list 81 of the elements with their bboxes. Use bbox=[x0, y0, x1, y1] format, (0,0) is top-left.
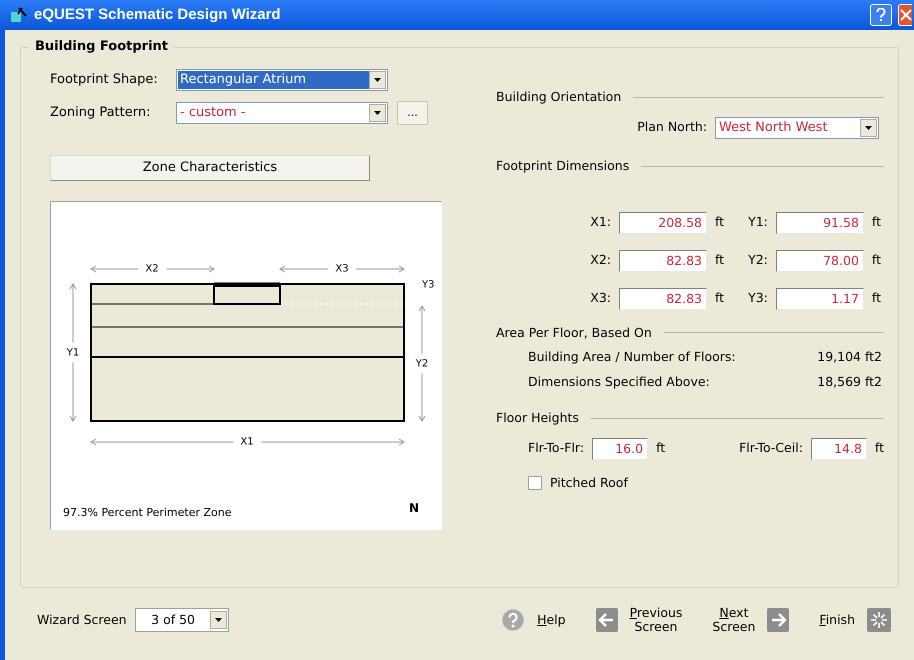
section-heading: Building Orientation bbox=[496, 88, 622, 106]
perimeter-zone-caption: 97.3% Percent Perimeter Zone bbox=[63, 504, 232, 520]
caret-icon bbox=[374, 111, 381, 115]
area-label: Building Area / Number of Floors: bbox=[528, 348, 736, 366]
dropdown-arrow-button[interactable] bbox=[369, 104, 386, 122]
dropdown-arrow-button[interactable] bbox=[369, 71, 386, 89]
footer-button-label: Next Screen bbox=[712, 606, 756, 634]
unit-label: ft bbox=[872, 213, 881, 232]
wizard-screen-dropdown[interactable]: 3 of 50 bbox=[134, 608, 229, 632]
unit-label: ft bbox=[872, 251, 881, 270]
dimension-label: X3 bbox=[335, 264, 349, 275]
dimension-label: Y1 bbox=[66, 348, 80, 359]
section-heading: Floor Heights bbox=[496, 408, 579, 427]
number-field[interactable]: 78.00 bbox=[776, 250, 864, 272]
number-field[interactable]: 14.8 bbox=[810, 438, 867, 460]
dimension-label: X1 bbox=[240, 436, 254, 448]
sparkle-icon bbox=[867, 608, 891, 632]
help-icon bbox=[501, 608, 526, 632]
area-value: 19,104 ft2 bbox=[817, 348, 882, 366]
dropdown-value: West North West bbox=[718, 119, 829, 137]
unit-label: ft bbox=[656, 439, 666, 458]
field-label: X2: bbox=[590, 251, 611, 270]
dropdown-value: Rectangular Atrium bbox=[178, 71, 369, 89]
wizard-screen-label: Wizard Screen bbox=[37, 610, 127, 629]
field-label: Zoning Pattern: bbox=[50, 104, 152, 122]
north-indicator: N bbox=[408, 500, 419, 517]
unit-label: ft bbox=[715, 289, 724, 308]
caret-icon bbox=[865, 126, 872, 130]
dropdown-value: 3 of 50 bbox=[150, 610, 196, 629]
close-button[interactable] bbox=[898, 4, 912, 26]
pitched-roof-checkbox[interactable] bbox=[528, 476, 542, 490]
area-label: Dimensions Specified Above: bbox=[528, 373, 710, 391]
unit-label: ft bbox=[874, 439, 884, 458]
caret-icon bbox=[374, 78, 381, 82]
checkbox-label: Pitched Roof bbox=[550, 474, 628, 492]
number-field[interactable]: 82.83 bbox=[619, 250, 707, 272]
area-value: 18,569 ft2 bbox=[817, 373, 882, 391]
field-label: Flr-To-Ceil: bbox=[739, 439, 803, 458]
question-mark-icon bbox=[876, 8, 886, 22]
group-title: Building Footprint bbox=[29, 39, 174, 55]
footer-button-label: Help bbox=[537, 613, 566, 627]
dropdown-arrow-button[interactable] bbox=[860, 118, 877, 137]
footer-button-label: Previous Screen bbox=[630, 606, 682, 634]
dimension-label: Y3 bbox=[422, 280, 434, 291]
field-label: Flr-To-Flr: bbox=[528, 439, 584, 458]
more-button[interactable]: ... bbox=[397, 101, 428, 125]
dimension-label: Y2 bbox=[416, 358, 428, 370]
number-field[interactable]: 16.0 bbox=[592, 438, 648, 460]
footer-button[interactable]: Next Screen bbox=[712, 606, 790, 634]
unit-label: ft bbox=[872, 289, 881, 308]
zoning-pattern-dropdown[interactable]: - custom - bbox=[176, 102, 388, 124]
unit-label: ft bbox=[715, 251, 724, 270]
window-title: eQUEST Schematic Design Wizard bbox=[34, 4, 282, 25]
number-field[interactable]: 91.58 bbox=[776, 212, 864, 234]
footer-button[interactable]: Finish bbox=[819, 608, 891, 632]
close-icon bbox=[900, 9, 912, 21]
dropdown-arrow-button[interactable] bbox=[210, 611, 227, 629]
help-button[interactable] bbox=[870, 4, 892, 26]
footprint-shape-dropdown[interactable]: Rectangular Atrium bbox=[176, 69, 388, 91]
number-field[interactable]: 82.83 bbox=[619, 288, 707, 310]
section-heading: Footprint Dimensions bbox=[496, 156, 630, 175]
field-label: Footprint Shape: bbox=[50, 71, 159, 90]
app-icon bbox=[10, 7, 28, 23]
zone-characteristics-button[interactable]: Zone Characteristics bbox=[50, 155, 370, 181]
section-heading: Area Per Floor, Based On bbox=[496, 324, 652, 342]
field-label: Y1: bbox=[748, 213, 768, 232]
number-field[interactable]: 208.58 bbox=[619, 212, 707, 234]
field-label: X3: bbox=[590, 289, 611, 308]
footer-button[interactable]: Help bbox=[501, 608, 566, 632]
caret-icon bbox=[214, 618, 222, 622]
number-field[interactable]: 1.17 bbox=[776, 288, 864, 310]
plan-north-dropdown[interactable]: West North West bbox=[715, 116, 879, 139]
field-label: X1: bbox=[590, 213, 611, 232]
dimension-label: X2 bbox=[145, 264, 159, 275]
unit-label: ft bbox=[715, 213, 724, 232]
dropdown-value: - custom - bbox=[179, 104, 247, 122]
footer-button[interactable]: Previous Screen bbox=[596, 606, 682, 634]
field-label: Y3: bbox=[748, 289, 768, 308]
footer-button-label: Finish bbox=[819, 613, 855, 627]
field-label: Y2: bbox=[748, 251, 768, 270]
field-label: Plan North: bbox=[637, 118, 707, 136]
